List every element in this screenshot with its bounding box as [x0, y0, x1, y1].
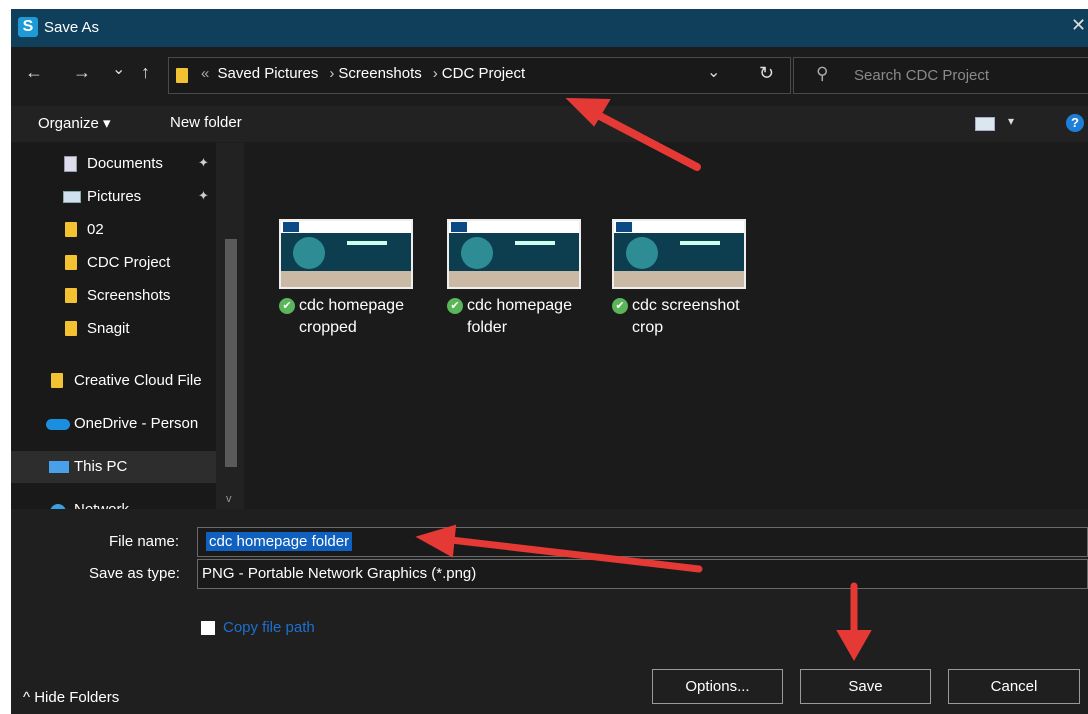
arrow-head [836, 630, 872, 662]
arrow-head [415, 524, 457, 558]
save-as-dialog: S Save As ✕ ← → ⌄ ↑ « Saved Pictures › Scr… [11, 9, 1088, 714]
red-arrow-file-name [447, 536, 703, 573]
red-arrow-address-bar [590, 109, 701, 171]
annotation-arrows [415, 97, 872, 662]
